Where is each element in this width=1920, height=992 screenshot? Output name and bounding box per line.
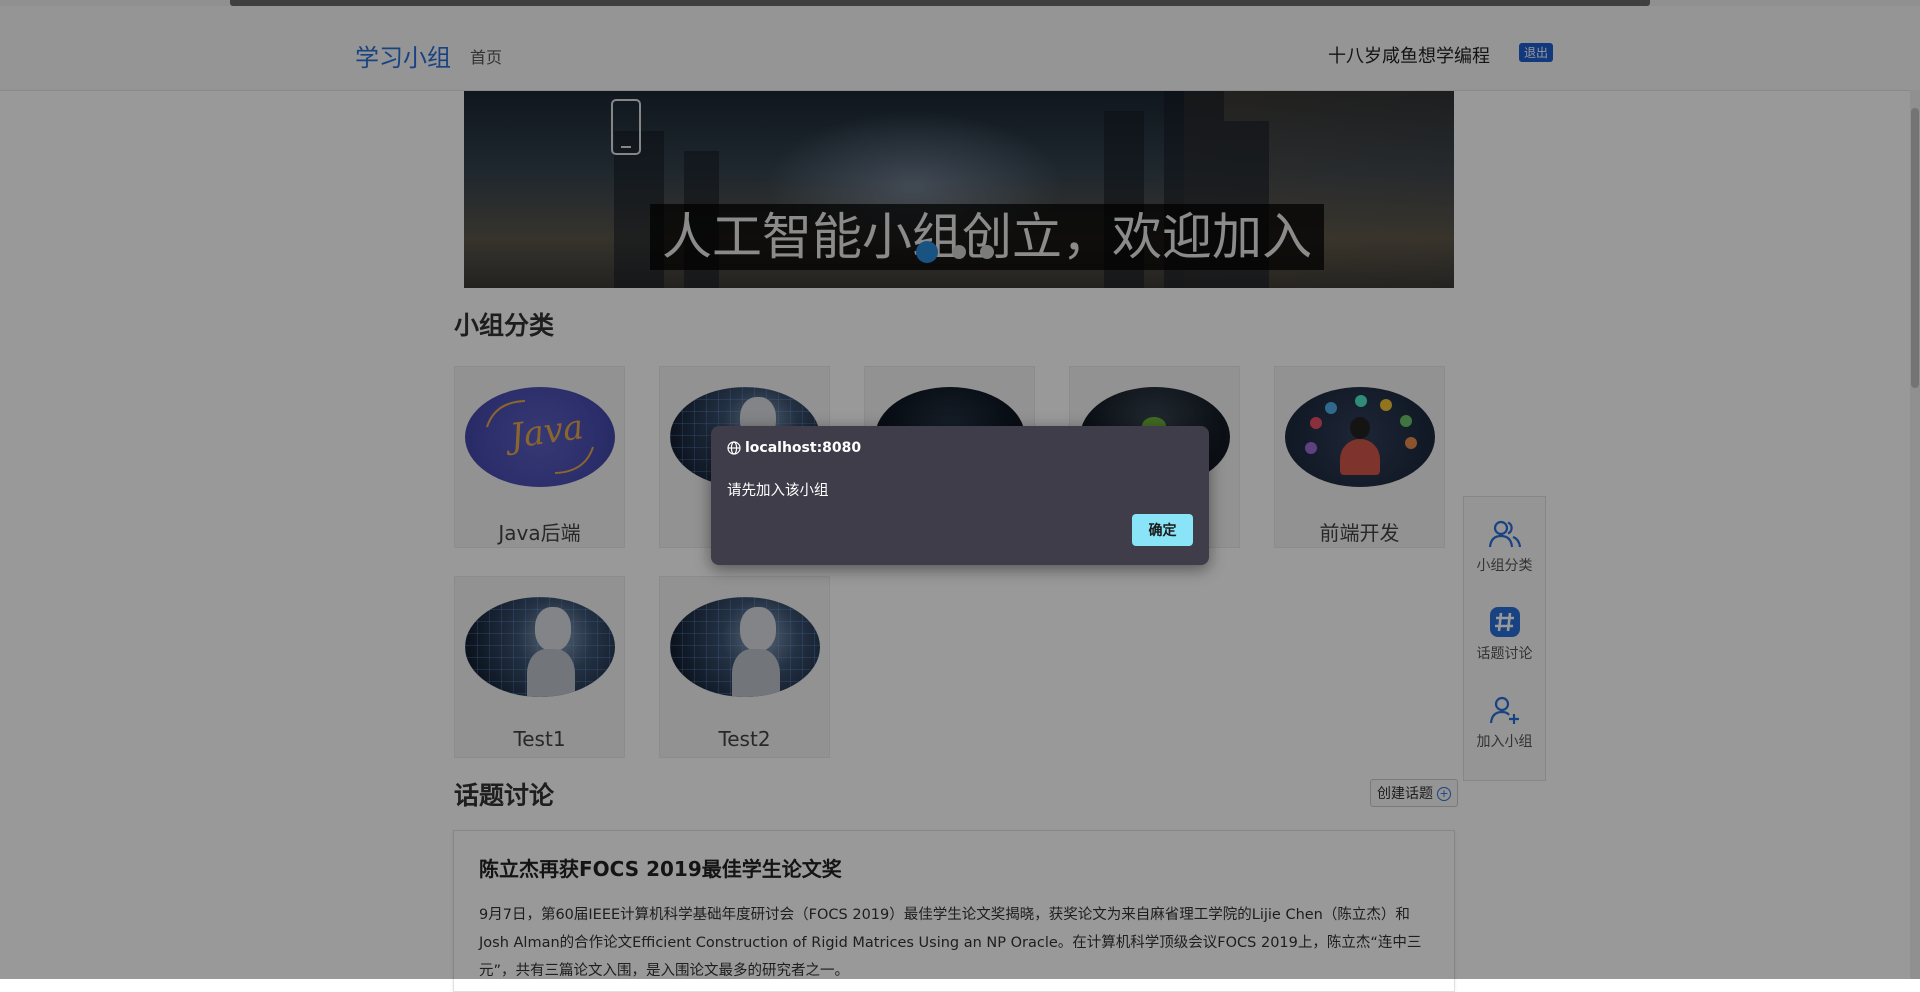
dialog-ok-button[interactable]: 确定	[1132, 514, 1193, 546]
dialog-origin: localhost:8080	[727, 440, 861, 456]
alert-dialog: localhost:8080 请先加入该小组 确定	[711, 426, 1209, 565]
dialog-message: 请先加入该小组	[727, 483, 829, 499]
globe-icon	[727, 441, 741, 455]
dialog-origin-text: localhost:8080	[745, 440, 862, 456]
